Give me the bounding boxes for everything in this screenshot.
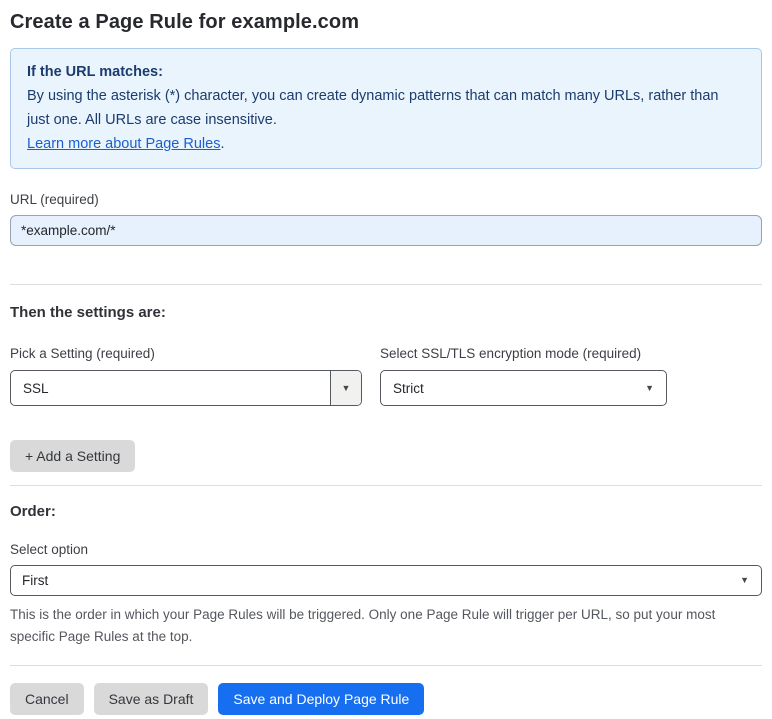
order-selected-value: First [22,573,49,588]
chevron-down-icon: ▼ [341,382,351,393]
section-divider [10,485,762,486]
order-help-text: This is the order in which your Page Rul… [10,607,716,644]
learn-more-link[interactable]: Learn more about Page Rules [27,136,220,152]
chevron-down-icon: ▼ [645,382,654,393]
url-field-label: URL (required) [10,192,99,207]
pick-setting-select[interactable]: SSL ▼ [10,370,362,406]
info-box-body: By using the asterisk (*) character, you… [27,88,719,128]
pick-setting-column: Pick a Setting (required) SSL ▼ [10,346,362,406]
dropdown-arrow-button[interactable]: ▼ [330,371,361,405]
encryption-mode-selected-value: Strict [393,380,424,396]
create-page-rule-form: Create a Page Rule for example.com If th… [0,8,772,715]
order-section-heading: Order: [10,503,56,520]
page-title: Create a Page Rule for example.com [10,11,360,33]
encryption-mode-column: Select SSL/TLS encryption mode (required… [380,346,667,406]
section-divider [10,665,762,666]
url-match-info-box: If the URL matches: By using the asteris… [10,48,762,169]
info-box-link-line: Learn more about Page Rules. [27,132,745,156]
section-divider [10,284,762,285]
footer-actions: Cancel Save as Draft Save and Deploy Pag… [10,683,762,715]
encryption-mode-label: Select SSL/TLS encryption mode (required… [380,346,642,361]
chevron-down-icon: ▼ [740,575,749,585]
save-and-deploy-button[interactable]: Save and Deploy Page Rule [218,683,425,715]
link-suffix: . [220,136,225,152]
settings-selects-row: Pick a Setting (required) SSL ▼ Select S… [10,346,762,406]
add-setting-button[interactable]: + Add a Setting [10,440,136,472]
url-input[interactable] [10,215,762,246]
settings-section-heading: Then the settings are: [10,304,166,321]
pick-setting-selected-value: SSL [23,380,49,396]
encryption-mode-select[interactable]: Strict ▼ [380,370,667,406]
save-as-draft-button[interactable]: Save as Draft [93,683,209,715]
info-box-heading: If the URL matches: [27,64,163,80]
pick-setting-label: Pick a Setting (required) [10,346,155,361]
order-select[interactable]: First ▼ [10,565,762,596]
cancel-button[interactable]: Cancel [10,683,84,715]
order-select-label: Select option [10,542,89,557]
